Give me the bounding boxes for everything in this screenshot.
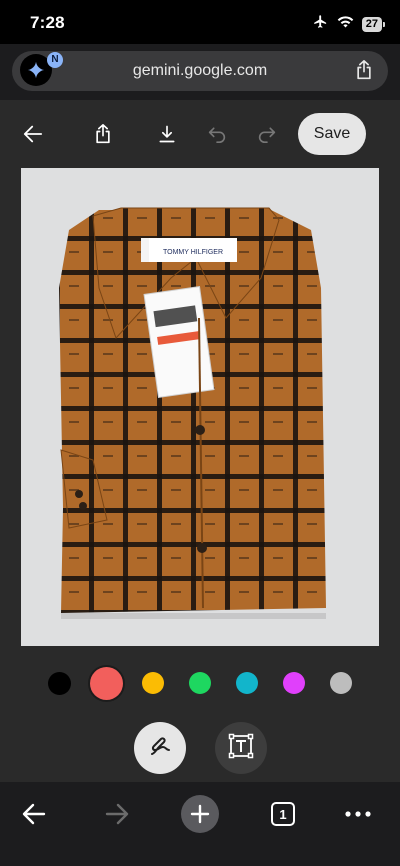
battery-indicator: 27 <box>361 16 386 32</box>
text-box-icon <box>228 733 254 764</box>
status-bar: 7:28 27 <box>0 0 400 44</box>
back-arrow-icon[interactable] <box>21 122 45 146</box>
markup-tools <box>0 722 400 776</box>
save-button[interactable]: Save <box>298 113 366 155</box>
pen-icon <box>148 734 172 763</box>
color-swatch-gray[interactable] <box>330 672 352 694</box>
color-swatch-cyan[interactable] <box>236 672 258 694</box>
editor-toolbar: Save <box>0 100 400 168</box>
more-menu-icon[interactable] <box>338 794 378 834</box>
browser-bottom-nav: 1 <box>0 782 400 866</box>
status-time: 7:28 <box>30 13 65 32</box>
color-swatch-green[interactable] <box>189 672 211 694</box>
color-palette <box>0 666 400 702</box>
plus-icon <box>181 795 219 833</box>
share-icon[interactable] <box>91 122 115 146</box>
url-text[interactable]: gemini.google.com <box>12 62 388 80</box>
color-swatch-red[interactable] <box>90 667 123 700</box>
shirt-photo[interactable]: TOMMY HILFIGER <box>21 168 379 646</box>
undo-icon[interactable] <box>205 122 229 146</box>
pen-tool-button[interactable] <box>134 722 186 774</box>
back-arrow-icon[interactable] <box>14 794 54 834</box>
url-bar[interactable]: N gemini.google.com <box>12 51 388 91</box>
download-icon[interactable] <box>155 122 179 146</box>
status-icons: 27 <box>312 14 386 34</box>
browser-url-bar-area: N gemini.google.com <box>0 44 400 100</box>
color-swatch-magenta[interactable] <box>283 672 305 694</box>
color-swatch-black[interactable] <box>48 672 71 695</box>
redo-icon[interactable] <box>255 122 279 146</box>
new-tab-button[interactable] <box>180 794 220 834</box>
airplane-icon <box>312 14 329 34</box>
color-swatch-yellow[interactable] <box>142 672 164 694</box>
brand-label-text: TOMMY HILFIGER <box>163 249 223 256</box>
share-icon[interactable] <box>354 59 374 86</box>
tab-count: 1 <box>271 802 295 826</box>
text-tool-button[interactable] <box>215 722 267 774</box>
forward-arrow-icon[interactable] <box>97 794 137 834</box>
image-markup-editor: Save TOMMY HILFIGER <box>0 100 400 782</box>
wifi-icon <box>337 15 354 33</box>
tab-switcher-button[interactable]: 1 <box>263 794 303 834</box>
